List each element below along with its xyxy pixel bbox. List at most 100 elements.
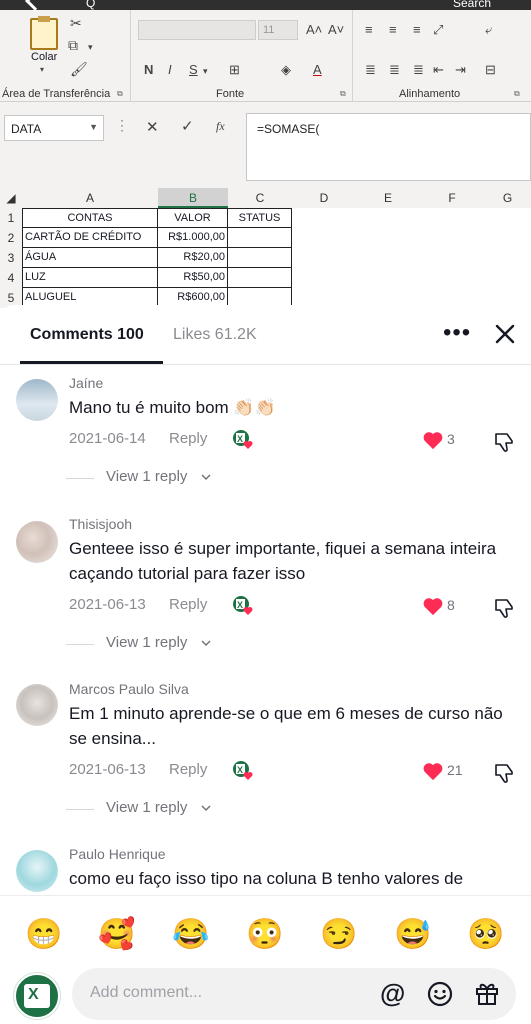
comment-author[interactable]: Thisisjooh (69, 516, 132, 532)
formula-bar-area: DATA ▼ ⋮ ✕ ✓ fx =SOMASE( (0, 103, 531, 181)
emoji-joy-button[interactable]: 😂 (172, 916, 210, 954)
font-name-box (138, 20, 256, 40)
cell-b4: R$50,00 (158, 268, 228, 288)
reply-button[interactable]: Reply (169, 596, 207, 613)
comment-text: Genteee isso é super importante, fiquei … (69, 539, 497, 583)
dislike-icon[interactable] (493, 431, 515, 453)
font-group-title: Fonte (216, 88, 245, 100)
mention-icon[interactable]: @ (380, 980, 405, 1006)
like-count: 8 (447, 597, 455, 613)
cell-b3: R$20,00 (158, 248, 228, 268)
borders-icon: ⊞ (229, 62, 240, 77)
column-header-e: E (356, 188, 420, 208)
cell-b1: VALOR (158, 208, 228, 228)
excel-logo-icon: X (24, 984, 50, 1008)
creator-liked-icon: X (233, 430, 253, 449)
shrink-font-icon: A˅ (328, 22, 345, 37)
emoji-hearts-button[interactable]: 🥰 (98, 916, 136, 954)
chevron-down-icon (201, 805, 211, 812)
divider (66, 644, 94, 645)
column-header-a: A (22, 188, 158, 208)
tab-comments[interactable]: Comments 100 (30, 326, 144, 344)
creator-liked-icon: X (233, 761, 253, 780)
tab-likes[interactable]: Likes 61.2K (173, 326, 257, 344)
clipboard-launcher-icon: ⧉ (117, 89, 123, 98)
avatar[interactable] (16, 684, 58, 726)
creator-liked-icon: X (233, 596, 253, 615)
comment-text: Em 1 minuto aprende-se o que em 6 meses … (69, 704, 503, 748)
cell-c2 (228, 228, 292, 248)
cell-c4 (228, 268, 292, 288)
reply-button[interactable]: Reply (169, 430, 207, 447)
bold-button: N (144, 62, 154, 77)
row-header: 3 (0, 248, 22, 268)
decrease-indent-icon: ⇤ (433, 62, 444, 77)
tab-active-indicator (20, 361, 163, 364)
avatar[interactable] (16, 850, 58, 892)
comment-text: como eu faço isso tipo na coluna B tenho… (69, 869, 464, 888)
search-query-text: Q (86, 0, 96, 10)
search-link[interactable]: Search (453, 0, 491, 10)
fill-color-icon: ◈ (281, 62, 291, 77)
grow-font-icon: A˄ (306, 22, 323, 37)
divider (66, 478, 94, 479)
font-group: 11 A˄ A˅ N I S ▾ ⊞ ◈ A Fonte ⧉ (131, 10, 353, 102)
close-icon[interactable] (492, 321, 518, 347)
view-replies-button[interactable]: View 1 reply (66, 799, 236, 821)
comment-input-placeholder: Add comment... (90, 984, 203, 1001)
font-size-box: 11 (258, 20, 298, 40)
column-header-g: G (484, 188, 531, 208)
cell-b2: R$1.000,00 (158, 228, 228, 248)
align-bottom-icon: ≡ (413, 22, 421, 37)
comment-date: 2021-06-13 (69, 596, 146, 613)
copy-dropdown-icon: ▾ (88, 42, 93, 52)
cell-c1: STATUS (228, 208, 292, 228)
emoji-smirk-button[interactable]: 😏 (320, 916, 358, 954)
avatar[interactable] (16, 379, 58, 421)
align-left-icon: ≣ (365, 62, 376, 77)
comment-author[interactable]: Paulo Henrique (69, 846, 166, 862)
name-box-dropdown-icon: ▼ (89, 122, 98, 132)
comment-input[interactable]: Add comment... @ (72, 968, 516, 1020)
cell-a2: CARTÃO DE CRÉDITO (22, 228, 158, 248)
underline-button: S (189, 62, 198, 77)
comment-author[interactable]: Marcos Paulo Silva (69, 681, 189, 697)
underline-dropdown-icon: ▾ (203, 66, 208, 76)
alignment-launcher-icon: ⧉ (514, 89, 520, 98)
avatar[interactable] (16, 521, 58, 563)
row-header: 1 (0, 208, 22, 228)
view-replies-label: View 1 reply (106, 468, 188, 485)
comment-item: Jaíne Mano tu é muito bom 👏🏻👏🏻 2021-06-1… (0, 375, 531, 525)
emoji-flushed-button[interactable]: 😳 (246, 916, 284, 954)
dislike-icon[interactable] (493, 762, 515, 784)
chevron-down-icon (201, 474, 211, 481)
svg-text:X: X (237, 765, 243, 775)
merge-icon: ⊟ (485, 62, 496, 77)
view-replies-button[interactable]: View 1 reply (66, 634, 236, 656)
view-replies-label: View 1 reply (106, 799, 188, 816)
heart-icon (423, 763, 443, 781)
more-options-icon[interactable]: ••• (443, 321, 471, 345)
emoji-sweat-smile-button[interactable]: 😅 (394, 916, 432, 954)
chevron-down-icon (201, 640, 211, 647)
reply-button[interactable]: Reply (169, 761, 207, 778)
comment-author[interactable]: Jaíne (69, 375, 103, 391)
like-button[interactable]: 8 (422, 595, 482, 617)
like-button[interactable]: 21 (422, 760, 482, 782)
emoji-icon[interactable] (427, 981, 453, 1007)
clipboard-group-title: Área de Transferência (2, 88, 111, 100)
alignment-group: ≡ ≡ ≡ ⤢ ⤶ ≣ ≣ ≣ ⇤ ⇥ ⊟ Alinhamento ⧉ (353, 10, 531, 102)
align-top-icon: ≡ (365, 22, 373, 37)
font-color-icon: A (313, 62, 322, 77)
emoji-grin-button[interactable]: 😁 (25, 916, 63, 954)
gift-icon[interactable] (474, 980, 500, 1006)
divider (66, 809, 94, 810)
comment-item: Thisisjooh Genteee isso é super importan… (0, 516, 531, 676)
dislike-icon[interactable] (493, 597, 515, 619)
emoji-pleading-button[interactable]: 🥺 (467, 916, 505, 954)
paste-label: Colar (31, 51, 58, 63)
column-header-b: B (158, 188, 228, 208)
view-replies-button[interactable]: View 1 reply (66, 468, 236, 490)
like-button[interactable]: 3 (422, 429, 482, 451)
name-box: DATA ▼ (4, 115, 104, 141)
